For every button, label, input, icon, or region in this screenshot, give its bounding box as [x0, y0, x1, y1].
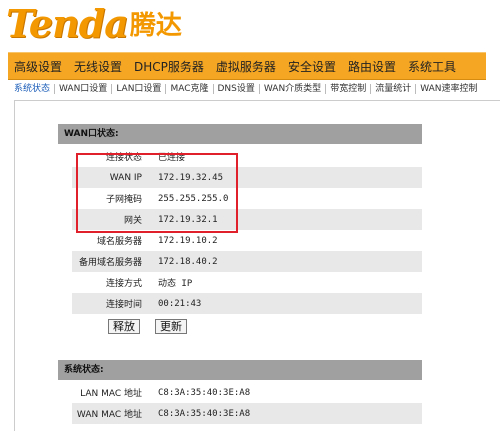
row-value: 172.19.10.2 — [158, 235, 218, 246]
sub-nav-wan-settings[interactable]: WAN口设置 — [55, 84, 113, 94]
main-nav-dhcp[interactable]: DHCP服务器 — [128, 58, 210, 75]
row-value: 255.255.255.0 — [158, 193, 229, 204]
row-label: 网关 — [123, 216, 142, 226]
sys-row-wan-mac: WAN MAC 地址 C8:3A:35:40:3E:A8 — [72, 403, 422, 424]
wan-row-subnet-mask: 子网掩码 255.255.255.0 — [72, 188, 422, 209]
sub-nav-system-status[interactable]: 系统状态 — [10, 84, 56, 94]
tenda-logo: Tenda 腾达 — [6, 0, 182, 44]
sub-nav: 系统状态 WAN口设置 LAN口设置 MAC克隆 DNS设置 WAN介质类型 带… — [10, 80, 500, 98]
sub-nav-bandwidth-control[interactable]: 带宽控制 — [326, 84, 372, 94]
logo-text-en: Tenda — [6, 1, 129, 46]
logo-text-cn: 腾达 — [129, 11, 182, 41]
release-button[interactable]: 释放 — [108, 319, 140, 334]
sub-nav-dns-settings[interactable]: DNS设置 — [214, 84, 260, 94]
row-value: 动态 IP — [158, 279, 193, 289]
row-label: 备用域名服务器 — [78, 258, 142, 268]
sub-nav-traffic-stats[interactable]: 流量统计 — [371, 84, 417, 94]
system-status-header: 系统状态: — [58, 360, 422, 380]
row-label: 连接方式 — [105, 279, 142, 289]
sys-row-lan-mac: LAN MAC 地址 C8:3A:35:40:3E:A8 — [72, 382, 422, 403]
main-nav-wireless[interactable]: 无线设置 — [68, 58, 128, 75]
row-value: 00:21:43 — [158, 298, 202, 309]
row-label: 子网掩码 — [105, 195, 142, 205]
row-label: WAN MAC 地址 — [76, 410, 142, 420]
wan-row-gateway: 网关 172.19.32.1 — [72, 209, 422, 230]
wan-row-backup-dns: 备用域名服务器 172.18.40.2 — [72, 251, 422, 272]
row-value: 172.18.40.2 — [158, 256, 218, 267]
main-nav-routing[interactable]: 路由设置 — [342, 58, 402, 75]
row-value: C8:3A:35:40:3E:A8 — [158, 387, 251, 398]
row-label: 连接时间 — [105, 300, 142, 310]
sub-nav-lan-settings[interactable]: LAN口设置 — [112, 84, 167, 94]
row-label: 连接状态 — [105, 153, 142, 163]
main-nav-advanced[interactable]: 高级设置 — [8, 58, 68, 75]
row-value: 172.19.32.45 — [158, 172, 224, 183]
main-nav-system-tools[interactable]: 系统工具 — [402, 58, 462, 75]
main-nav-security[interactable]: 安全设置 — [282, 58, 342, 75]
wan-row-dns-server: 域名服务器 172.19.10.2 — [72, 230, 422, 251]
row-value: C8:3A:35:40:3E:A8 — [158, 408, 251, 419]
main-nav-virtual-server[interactable]: 虚拟服务器 — [210, 58, 282, 75]
row-value: 已连接 — [158, 153, 186, 163]
sub-nav-wan-media-type[interactable]: WAN介质类型 — [260, 84, 327, 94]
sub-nav-mac-clone[interactable]: MAC克隆 — [166, 84, 214, 94]
wan-row-connection-time: 连接时间 00:21:43 — [72, 293, 422, 314]
wan-row-wan-ip: WAN IP 172.19.32.45 — [72, 167, 422, 188]
main-nav: 高级设置 无线设置 DHCP服务器 虚拟服务器 安全设置 路由设置 系统工具 — [8, 52, 486, 80]
row-value: 172.19.32.1 — [158, 214, 218, 225]
wan-row-connection-status: 连接状态 已连接 — [72, 146, 422, 167]
wan-row-connection-type: 连接方式 动态 IP — [72, 272, 422, 293]
row-label: WAN IP — [109, 172, 142, 183]
wan-status-header: WAN口状态: — [58, 124, 422, 144]
row-label: LAN MAC 地址 — [80, 389, 142, 399]
renew-button[interactable]: 更新 — [155, 319, 187, 334]
sub-nav-wan-speed-control[interactable]: WAN速率控制 — [416, 84, 481, 94]
row-label: 域名服务器 — [96, 237, 142, 247]
